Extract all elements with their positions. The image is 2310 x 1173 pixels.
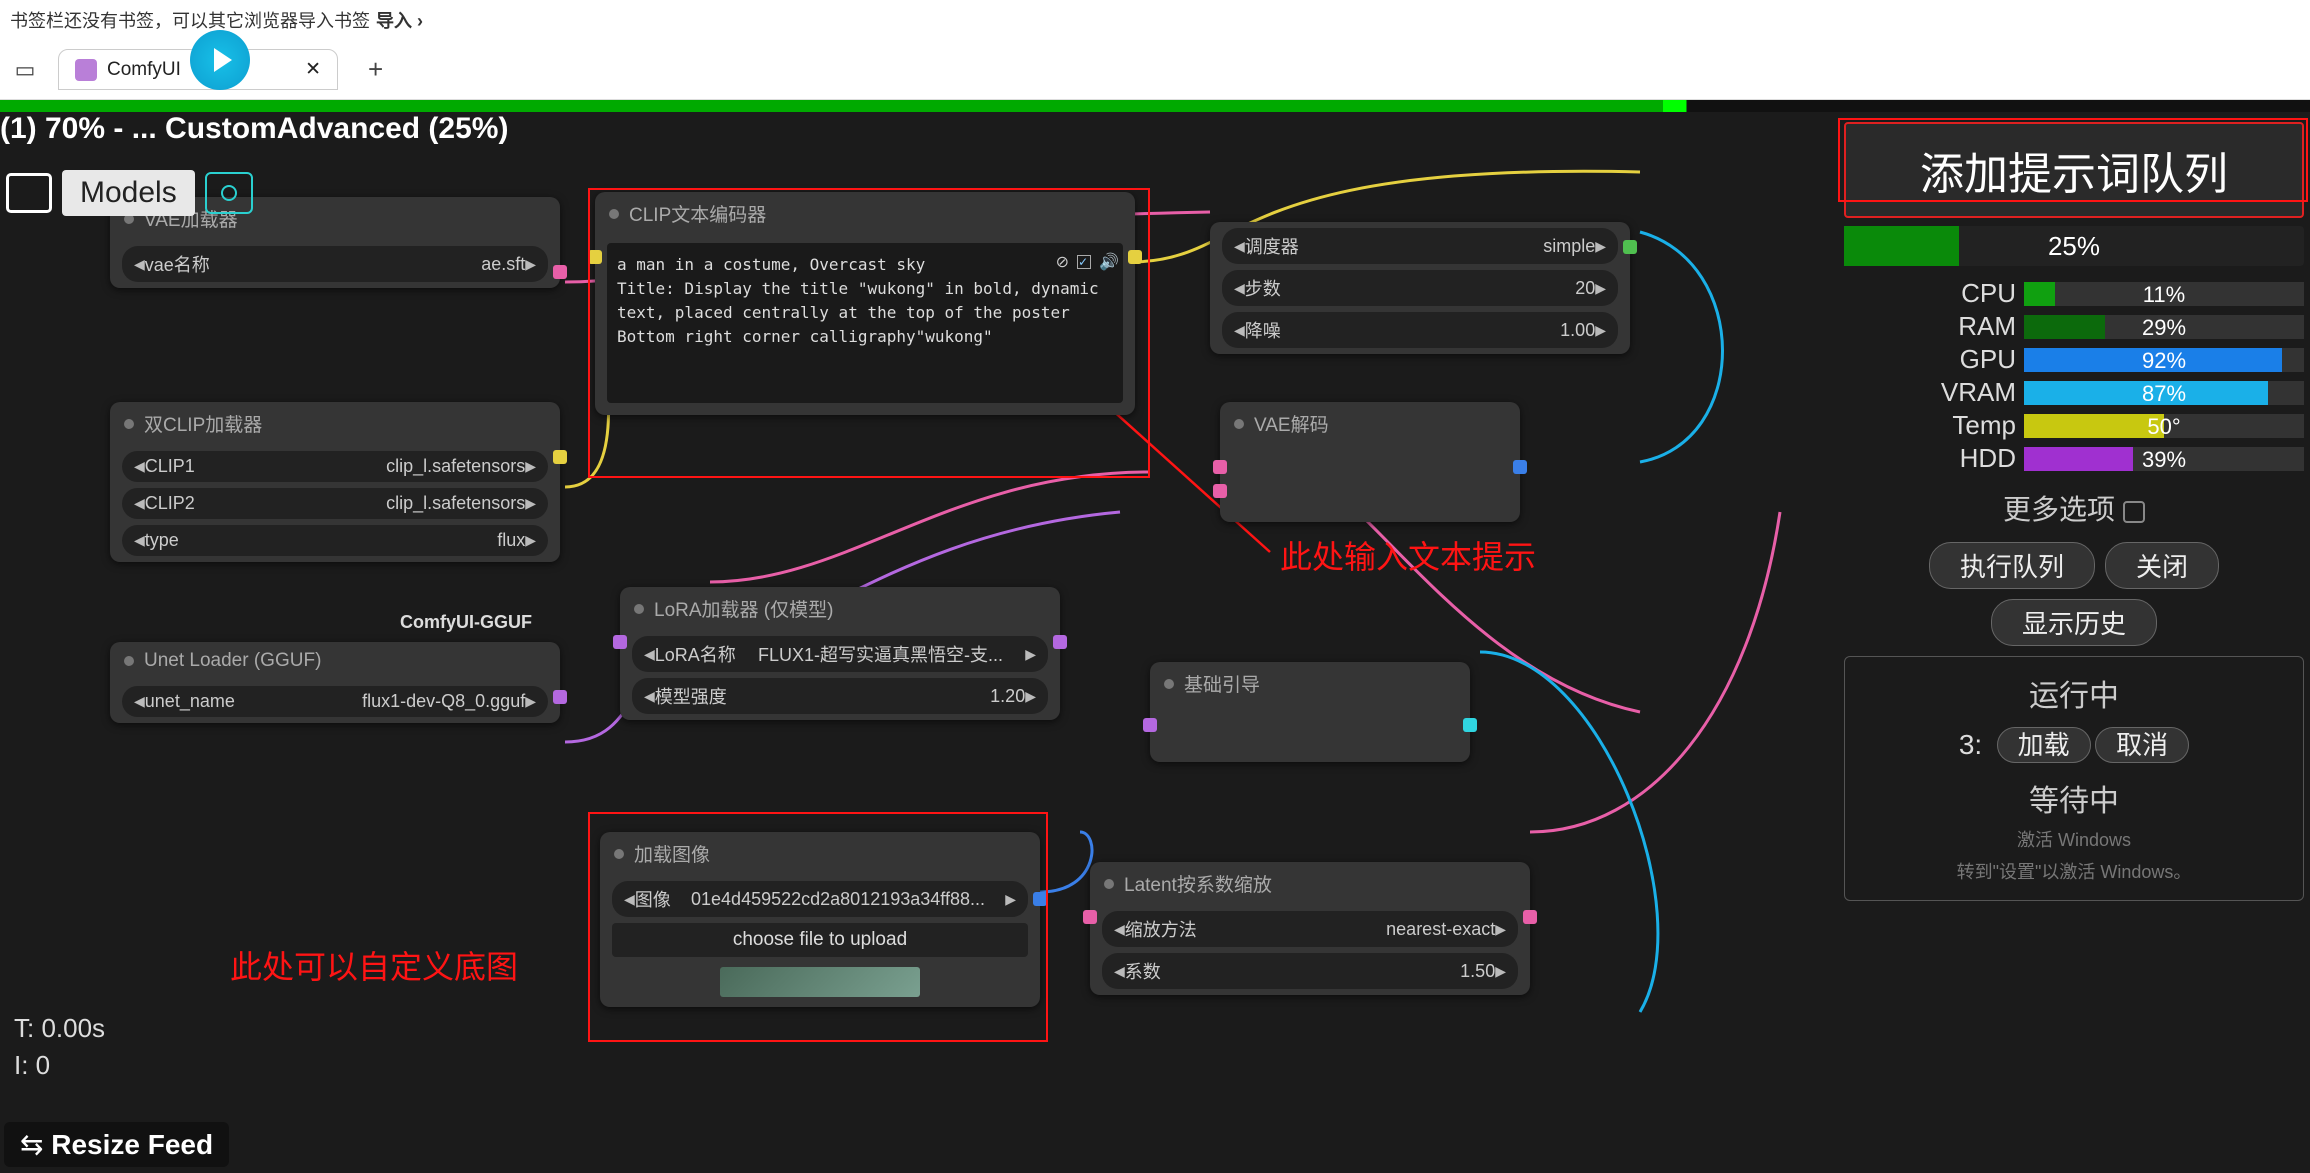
- clip1-widget[interactable]: ◀CLIP1clip_l.safetensors▶: [122, 451, 548, 482]
- node-title: CLIP文本编码器: [629, 200, 766, 227]
- tab-title: ComfyUI: [107, 59, 181, 81]
- stat-iter: I: 0: [14, 1047, 105, 1083]
- node-vae-decode[interactable]: VAE解码: [1220, 402, 1520, 522]
- control-panel: 添加提示词队列 25% CPU11%RAM29%GPU92%VRAM87%Tem…: [1844, 122, 2304, 901]
- stat-row-cpu: CPU11%: [1844, 278, 2304, 309]
- exec-queue-button[interactable]: 执行队列: [1929, 542, 2095, 589]
- cancel-button[interactable]: 取消: [2095, 727, 2189, 763]
- prompt-textarea[interactable]: a man in a costume, Overcast sky Title: …: [607, 243, 1123, 403]
- vae-name-widget[interactable]: ◀ vae名称 ae.sft ▶: [122, 246, 548, 282]
- socket-output[interactable]: [553, 450, 567, 464]
- execution-stats: T: 0.00s I: 0: [14, 1010, 105, 1083]
- stat-row-gpu: GPU92%: [1844, 344, 2304, 375]
- socket-input[interactable]: [1143, 718, 1157, 732]
- image-preview: [720, 967, 920, 997]
- annotation-text-image: 此处可以自定义底图: [230, 942, 518, 988]
- clip-type-widget[interactable]: ◀typeflux▶: [122, 525, 548, 556]
- socket-input[interactable]: [588, 250, 602, 264]
- upload-file-button[interactable]: choose file to upload: [612, 923, 1028, 957]
- windows-watermark-2: 转到"设置"以激活 Windows。: [1845, 858, 2303, 884]
- node-title: Unet Loader (GGUF): [144, 650, 321, 672]
- socket-output[interactable]: [1128, 250, 1142, 264]
- new-tab-button[interactable]: +: [368, 54, 383, 85]
- resize-feed-button[interactable]: Resize Feed: [4, 1122, 229, 1167]
- speaker-icon[interactable]: 🔊: [1099, 252, 1119, 272]
- lora-strength-widget[interactable]: ◀模型强度1.20▶: [632, 678, 1048, 714]
- global-progress-bar: [0, 100, 2310, 112]
- steps-widget[interactable]: ◀步数20▶: [1222, 270, 1618, 306]
- browser-tab-bar: ▭ ComfyUI ✕ +: [0, 40, 2310, 100]
- import-bookmarks-link[interactable]: 导入 ›: [376, 7, 423, 33]
- socket-output[interactable]: [1513, 460, 1527, 474]
- node-title: 基础引导: [1184, 670, 1260, 697]
- queue-prompt-button[interactable]: 添加提示词队列: [1844, 122, 2304, 218]
- stat-row-hdd: HDD39%: [1844, 443, 2304, 474]
- node-title: VAE解码: [1254, 410, 1329, 437]
- stat-row-temp: Temp50°: [1844, 410, 2304, 441]
- socket-input[interactable]: [1083, 910, 1097, 924]
- gguf-badge: ComfyUI-GGUF: [400, 612, 532, 633]
- bookmark-hint-text: 书签栏还没有书签，可以其它浏览器导入书签: [10, 7, 370, 33]
- denoise-widget[interactable]: ◀降噪1.00▶: [1222, 312, 1618, 348]
- chevron-right-icon[interactable]: ▶: [525, 256, 536, 273]
- more-options-toggle[interactable]: 更多选项: [1844, 488, 2304, 528]
- node-clip-text-encode[interactable]: CLIP文本编码器 ⊘ 🔊 a man in a costume, Overca…: [595, 192, 1135, 415]
- node-dual-clip-loader[interactable]: 双CLIP加载器 ◀CLIP1clip_l.safetensors▶ ◀CLIP…: [110, 402, 560, 562]
- node-sampler-options[interactable]: ◀调度器simple▶ ◀步数20▶ ◀降噪1.00▶: [1210, 222, 1630, 354]
- chevron-left-icon[interactable]: ◀: [134, 256, 145, 273]
- node-lora-loader[interactable]: LoRA加载器 (仅模型) ◀LoRA名称FLUX1-超写实逼真黑悟空-支...…: [620, 587, 1060, 720]
- close-tab-icon[interactable]: ✕: [305, 58, 321, 81]
- scale-method-widget[interactable]: ◀缩放方法nearest-exact▶: [1102, 911, 1518, 947]
- play-overlay-icon[interactable]: [190, 30, 250, 90]
- socket-output[interactable]: [553, 690, 567, 704]
- node-unet-loader[interactable]: Unet Loader (GGUF) ◀unet_nameflux1-dev-Q…: [110, 642, 560, 723]
- unet-name-widget[interactable]: ◀unet_nameflux1-dev-Q8_0.gguf▶: [122, 686, 548, 717]
- progress-bar: 25%: [1844, 226, 2304, 266]
- socket-input-2[interactable]: [1213, 484, 1227, 498]
- stat-row-ram: RAM29%: [1844, 311, 2304, 342]
- lora-name-widget[interactable]: ◀LoRA名称FLUX1-超写实逼真黑悟空-支...▶: [632, 636, 1048, 672]
- folder-icon[interactable]: [6, 173, 52, 213]
- node-basic-guide[interactable]: 基础引导: [1150, 662, 1470, 762]
- scale-factor-widget[interactable]: ◀系数1.50▶: [1102, 953, 1518, 989]
- tab-home-icon[interactable]: ▭: [0, 48, 50, 92]
- node-canvas[interactable]: (1) 70% - ... CustomAdvanced (25%) Model…: [0, 112, 2310, 1173]
- image-path-widget[interactable]: ◀图像01e4d459522cd2a8012193a34ff88...▶: [612, 881, 1028, 917]
- stat-row-vram: VRAM87%: [1844, 377, 2304, 408]
- socket-output[interactable]: [1623, 240, 1637, 254]
- clip2-widget[interactable]: ◀CLIP2clip_l.safetensors▶: [122, 488, 548, 519]
- scheduler-widget[interactable]: ◀调度器simple▶: [1222, 228, 1618, 264]
- socket-output[interactable]: [1053, 635, 1067, 649]
- checkbox-icon[interactable]: [1077, 255, 1091, 269]
- browser-bookmark-bar: 书签栏还没有书签，可以其它浏览器导入书签 导入 ›: [0, 0, 2310, 40]
- node-title: 双CLIP加载器: [144, 410, 262, 437]
- close-button[interactable]: 关闭: [2105, 542, 2219, 589]
- progress-percent: 25%: [1844, 231, 2304, 262]
- socket-input[interactable]: [1213, 460, 1227, 474]
- windows-watermark-1: 激活 Windows: [1845, 826, 2303, 852]
- waiting-title: 等待中: [1845, 776, 2303, 820]
- stat-time: T: 0.00s: [14, 1010, 105, 1046]
- load-button[interactable]: 加载: [1997, 727, 2091, 763]
- running-count: 3:: [1959, 729, 1982, 760]
- socket-output[interactable]: [1463, 718, 1477, 732]
- favicon-icon: [75, 59, 97, 81]
- socket-input[interactable]: [613, 635, 627, 649]
- node-title: LoRA加载器 (仅模型): [654, 595, 833, 622]
- socket-output[interactable]: [1033, 892, 1047, 906]
- camera-icon[interactable]: [205, 172, 253, 214]
- link-icon[interactable]: ⊘: [1056, 252, 1069, 272]
- annotation-text-prompt: 此处输入文本提示: [1280, 532, 1536, 578]
- models-button[interactable]: Models: [62, 170, 195, 216]
- node-latent-scale[interactable]: Latent按系数缩放 ◀缩放方法nearest-exact▶ ◀系数1.50▶: [1090, 862, 1530, 995]
- node-title: Latent按系数缩放: [1124, 870, 1272, 897]
- show-history-button[interactable]: 显示历史: [1991, 599, 2157, 646]
- running-panel: 运行中 3: 加载 取消 等待中 激活 Windows 转到"设置"以激活 Wi…: [1844, 656, 2304, 901]
- node-title: 加载图像: [634, 840, 710, 867]
- running-title: 运行中: [1845, 671, 2303, 715]
- checkbox-icon: [2123, 501, 2145, 523]
- socket-output[interactable]: [1523, 910, 1537, 924]
- node-load-image[interactable]: 加载图像 ◀图像01e4d459522cd2a8012193a34ff88...…: [600, 832, 1040, 1007]
- socket-output[interactable]: [553, 265, 567, 279]
